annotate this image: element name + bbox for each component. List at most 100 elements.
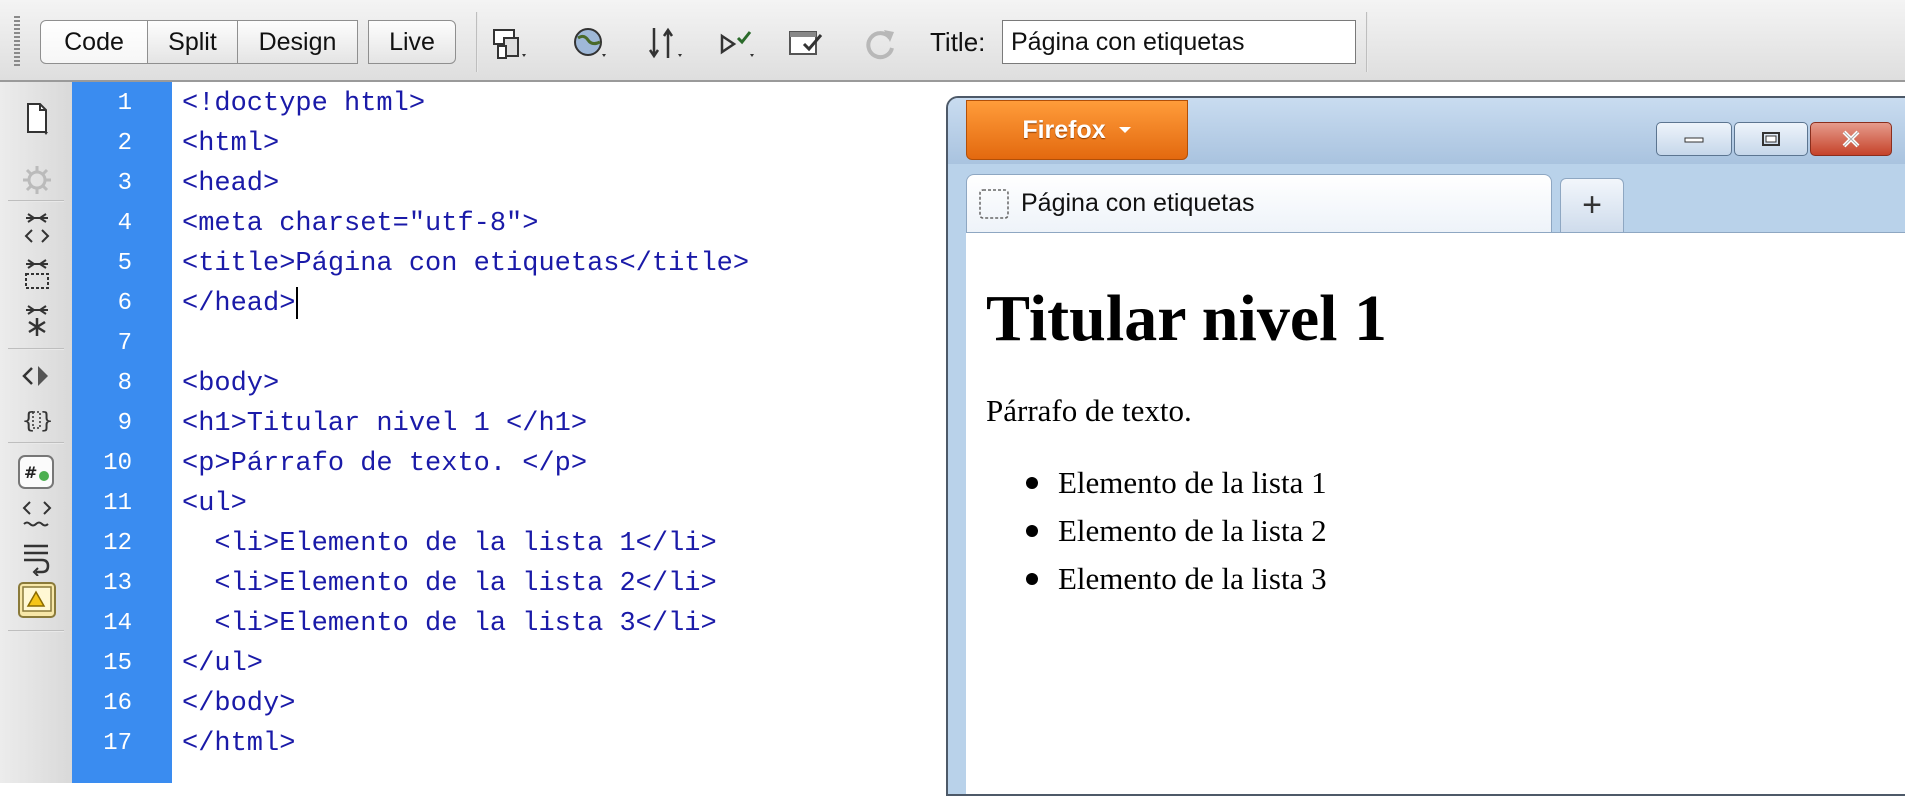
- line-number: 8: [117, 370, 132, 397]
- multiscreen-icon[interactable]: [490, 24, 530, 64]
- page-heading: Titular nivel 1: [986, 282, 1387, 355]
- line-number: 17: [103, 730, 132, 757]
- blank-favicon-icon: [979, 188, 1009, 219]
- line-number: 6: [117, 290, 132, 317]
- code-line[interactable]: </html>: [182, 724, 295, 764]
- close-icon: [1842, 130, 1860, 148]
- code-line[interactable]: <li>Elemento de la lista 2</li>: [182, 564, 716, 604]
- code-line[interactable]: <head>: [182, 164, 279, 204]
- code-view-button[interactable]: Code: [40, 20, 148, 64]
- select-parent-tag-icon[interactable]: [18, 358, 56, 394]
- line-number: 3: [117, 170, 132, 197]
- preview-in-browser-icon[interactable]: [570, 24, 610, 64]
- code-line[interactable]: <body>: [182, 364, 279, 404]
- list-item-text: Elemento de la lista 3: [1058, 561, 1327, 596]
- firefox-window: Firefox Página con etiquetas + Titular n…: [946, 96, 1905, 796]
- toolbar-separator: [476, 12, 478, 72]
- browser-tab[interactable]: Página con etiquetas: [966, 174, 1552, 232]
- syntax-error-alerts-icon[interactable]: [18, 582, 56, 618]
- code-line[interactable]: </head>: [182, 289, 295, 319]
- line-number: 9: [117, 410, 132, 437]
- plus-icon: +: [1582, 186, 1602, 224]
- line-number: 5: [117, 250, 132, 277]
- toolbar-separator: [1366, 12, 1368, 72]
- svg-text:}: }: [40, 409, 53, 434]
- line-number: 4: [117, 210, 132, 237]
- line-number: 14: [103, 610, 132, 637]
- line-number: 13: [103, 570, 132, 597]
- check-browser-compatibility-icon[interactable]: [788, 24, 828, 64]
- line-number: 12: [103, 530, 132, 557]
- highlight-invalid-code-icon[interactable]: [18, 496, 56, 532]
- tab-strip: Página con etiquetas +: [948, 164, 1905, 232]
- chevron-down-icon: [1118, 127, 1131, 133]
- list-item: Elemento de la lista 1: [1026, 459, 1327, 507]
- line-number-gutter: 1 2 3 4 5 6 7 8 9 10 11 12 13 14 15 16 1…: [72, 82, 172, 783]
- title-label: Title:: [930, 27, 986, 57]
- refresh-icon[interactable]: [860, 24, 900, 64]
- page-paragraph: Párrafo de texto.: [986, 393, 1192, 428]
- line-number: 10: [103, 450, 132, 477]
- code-line[interactable]: <!doctype html>: [182, 84, 425, 124]
- validate-markup-icon[interactable]: [718, 24, 758, 64]
- code-line[interactable]: <li>Elemento de la lista 1</li>: [182, 524, 716, 564]
- open-documents-icon[interactable]: [18, 102, 56, 138]
- toolbar-grip[interactable]: [14, 16, 20, 68]
- code-line-with-caret[interactable]: </head>: [182, 284, 299, 324]
- view-mode-group: Code Split Design Live: [40, 20, 456, 66]
- split-view-button[interactable]: Split: [148, 20, 238, 64]
- firefox-title-bar[interactable]: Firefox: [948, 98, 1905, 164]
- word-wrap-icon[interactable]: [18, 540, 56, 576]
- code-editor[interactable]: <!doctype html> <html> <head> <meta char…: [172, 82, 952, 783]
- code-line[interactable]: <p>Párrafo de texto. </p>: [182, 444, 587, 484]
- line-number: 16: [103, 690, 132, 717]
- document-toolbar: Code Split Design Live Title:: [0, 0, 1905, 82]
- maximize-button[interactable]: [1734, 122, 1808, 156]
- line-number: 11: [103, 490, 132, 517]
- page-list: Elemento de la lista 1 Elemento de la li…: [1026, 459, 1327, 603]
- balance-braces-icon[interactable]: { }: [18, 402, 56, 438]
- list-item: Elemento de la lista 3: [1026, 555, 1327, 603]
- page-viewport[interactable]: Titular nivel 1 Párrafo de texto. Elemen…: [966, 232, 1905, 794]
- line-number: 7: [117, 330, 132, 357]
- list-item: Elemento de la lista 2: [1026, 507, 1327, 555]
- code-line[interactable]: </body>: [182, 684, 295, 724]
- bullet-icon: [1026, 572, 1038, 585]
- close-button[interactable]: [1810, 122, 1892, 156]
- maximize-icon: [1762, 132, 1780, 146]
- minimize-button[interactable]: [1656, 122, 1732, 156]
- document-title-input[interactable]: [1002, 20, 1356, 64]
- rail-separator: [8, 442, 64, 444]
- file-management-icon[interactable]: [646, 24, 686, 64]
- text-caret: [296, 286, 299, 319]
- line-number: 1: [117, 90, 132, 117]
- code-line[interactable]: <ul>: [182, 484, 247, 524]
- firefox-menu-button[interactable]: Firefox: [966, 100, 1188, 160]
- code-line[interactable]: <meta charset="utf-8">: [182, 204, 538, 244]
- code-line[interactable]: </ul>: [182, 644, 263, 684]
- collapse-selection-icon[interactable]: [18, 256, 56, 292]
- code-line[interactable]: <h1>Titular nivel 1 </h1>: [182, 404, 587, 444]
- list-item-text: Elemento de la lista 1: [1058, 465, 1327, 500]
- list-item-text: Elemento de la lista 2: [1058, 513, 1327, 548]
- rail-separator: [8, 348, 64, 350]
- code-line[interactable]: <li>Elemento de la lista 3</li>: [182, 604, 716, 644]
- rail-separator: [8, 630, 64, 632]
- live-view-button[interactable]: Live: [368, 20, 456, 64]
- firefox-menu-label: Firefox: [1022, 115, 1106, 144]
- expand-all-icon[interactable]: [18, 302, 56, 338]
- minimize-icon: [1684, 137, 1704, 143]
- svg-text:#: #: [24, 463, 37, 482]
- rail-separator: [8, 200, 64, 202]
- line-numbers-icon[interactable]: #: [18, 454, 56, 490]
- bullet-icon: [1026, 476, 1038, 489]
- new-tab-button[interactable]: +: [1560, 178, 1624, 232]
- code-line[interactable]: <html>: [182, 124, 279, 164]
- code-line[interactable]: <title>Página con etiquetas</title>: [182, 244, 749, 284]
- collapse-full-tag-icon[interactable]: [18, 210, 56, 246]
- design-view-button[interactable]: Design: [238, 20, 358, 64]
- show-code-navigator-icon[interactable]: [18, 162, 56, 198]
- tab-title: Página con etiquetas: [1021, 189, 1255, 217]
- line-number: 15: [103, 650, 132, 677]
- bullet-icon: [1026, 524, 1038, 537]
